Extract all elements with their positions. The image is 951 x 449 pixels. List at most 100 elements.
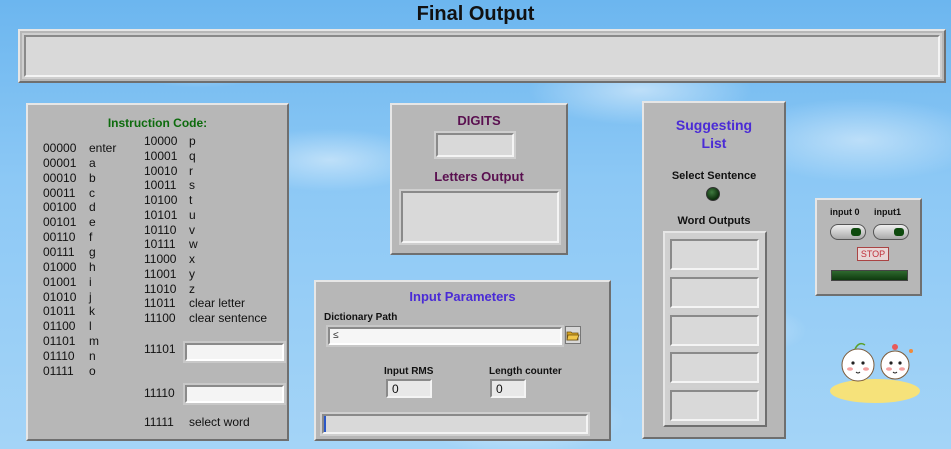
word-output-3[interactable]: [670, 315, 759, 346]
word-output-4[interactable]: [670, 352, 759, 383]
input-parameters-panel: Input Parameters Dictionary Path ≤ Input…: [314, 280, 611, 441]
instruction-label: enter: [89, 141, 117, 155]
instruction-code: 00100: [43, 200, 77, 215]
browse-folder-icon[interactable]: [565, 326, 581, 344]
instruction-label: g: [89, 244, 96, 259]
digits-field[interactable]: [436, 133, 514, 157]
instruction-label: j: [89, 289, 92, 304]
final-output-frame: [18, 29, 946, 83]
instruction-code: 01101: [43, 334, 76, 349]
word-outputs-label: Word Outputs: [677, 215, 751, 227]
instruction-label: l: [89, 319, 92, 334]
input-rms-field[interactable]: 0: [386, 379, 432, 398]
instruction-code: 11100: [144, 311, 176, 325]
instruction-code: 11000: [144, 252, 177, 266]
code-11110-field[interactable]: [185, 385, 284, 403]
instruction-code: 10010: [144, 163, 178, 178]
instruction-code: 01100: [43, 319, 76, 334]
input-rms-label: Input RMS: [384, 366, 434, 377]
code-11111: 11111: [144, 415, 174, 429]
progress-bar: [322, 414, 588, 434]
dictionary-path-label: Dictionary Path: [324, 312, 398, 323]
suggesting-list-panel: Suggesting List Select Sentence Word Out…: [642, 101, 786, 439]
length-counter-label: Length counter: [489, 366, 562, 377]
length-counter-field[interactable]: 0: [490, 379, 526, 398]
instruction-label: x: [189, 252, 195, 266]
instruction-code: 00011: [43, 185, 76, 200]
instruction-label: q: [189, 148, 196, 163]
stop-button[interactable]: STOP: [857, 247, 889, 261]
instruction-label: p: [189, 134, 196, 148]
instruction-code-title: Instruction Code:: [107, 116, 208, 130]
instruction-code: 10111: [144, 237, 176, 252]
instruction-label: k: [89, 304, 95, 319]
input1-toggle[interactable]: [873, 224, 909, 240]
instruction-label: i: [89, 274, 92, 289]
path-type-icon: ≤: [333, 330, 339, 341]
word-output-5[interactable]: [670, 390, 759, 421]
letters-output-title: Letters Output: [434, 169, 524, 184]
instruction-label: a: [89, 155, 96, 170]
instruction-code: 00000: [43, 141, 77, 155]
select-word-label: select word: [189, 415, 250, 429]
input0-label: input 0: [830, 207, 860, 217]
instruction-label: t: [189, 193, 193, 207]
word-output-2[interactable]: [670, 277, 759, 308]
instruction-label: y: [189, 266, 195, 281]
input-parameters-title: Input Parameters: [409, 289, 516, 304]
dictionary-path-input[interactable]: ≤: [328, 327, 562, 345]
select-sentence-led[interactable]: [706, 187, 720, 201]
cartoon-sticker-image: [825, 325, 925, 405]
instruction-label: d: [89, 200, 96, 215]
instruction-code: 01000: [43, 259, 77, 274]
instruction-code: 01010: [43, 289, 77, 304]
instruction-code: 01110: [43, 348, 75, 363]
final-output-title: Final Output: [416, 3, 535, 25]
input0-toggle-knob: [851, 228, 861, 236]
select-sentence-label: Select Sentence: [671, 170, 757, 182]
instruction-code: 10001: [144, 148, 178, 163]
progress-fill: [324, 416, 326, 432]
input1-toggle-knob: [894, 228, 904, 236]
instruction-label: w: [189, 237, 198, 252]
suggesting-title-line2: List: [701, 135, 727, 151]
instruction-label: r: [189, 163, 193, 178]
instruction-label: f: [89, 230, 93, 245]
code-11101: 11101: [144, 342, 176, 356]
input0-toggle[interactable]: [830, 224, 866, 240]
instruction-code: 11011: [144, 296, 176, 311]
instruction-code: 10101: [144, 207, 178, 222]
instruction-label: c: [89, 185, 95, 200]
instruction-code: 10110: [144, 222, 177, 237]
control-panel: input 0 input1 STOP: [815, 198, 922, 296]
code-11101-field[interactable]: [185, 343, 284, 361]
instruction-code-panel: Instruction Code: 00000 enter 00001 a 00010 b…: [26, 103, 289, 441]
suggesting-title-line1: Suggesting: [675, 117, 753, 133]
instruction-code: 01011: [43, 304, 76, 319]
final-output-field[interactable]: [24, 35, 940, 77]
instruction-label: z: [189, 281, 195, 296]
word-output-1[interactable]: [670, 239, 759, 270]
instruction-code: 10000: [144, 134, 178, 148]
word-outputs-frame: [663, 231, 767, 427]
digits-panel: DIGITS Letters Output: [390, 103, 568, 255]
instruction-code: 11010: [144, 281, 177, 296]
input1-label: input1: [874, 207, 901, 217]
instruction-code: 01111: [43, 363, 74, 378]
instruction-code: 00110: [43, 230, 76, 245]
instruction-label: clear sentence: [189, 311, 268, 325]
digits-title: DIGITS: [457, 113, 501, 128]
instruction-code: 01001: [43, 274, 77, 289]
instruction-label: m: [89, 334, 99, 349]
instruction-code: 00010: [43, 170, 77, 185]
code-11110: 11110: [144, 386, 175, 400]
instruction-code: 10100: [144, 193, 178, 207]
letters-output-field[interactable]: [401, 191, 559, 243]
instruction-label: clear letter: [189, 296, 246, 311]
instruction-code: 11001: [144, 266, 177, 281]
instruction-code: 00001: [43, 155, 77, 170]
instruction-label: h: [89, 259, 96, 274]
status-bar: [831, 270, 908, 281]
instruction-label: u: [189, 207, 196, 222]
instruction-code: 10011: [144, 178, 177, 193]
